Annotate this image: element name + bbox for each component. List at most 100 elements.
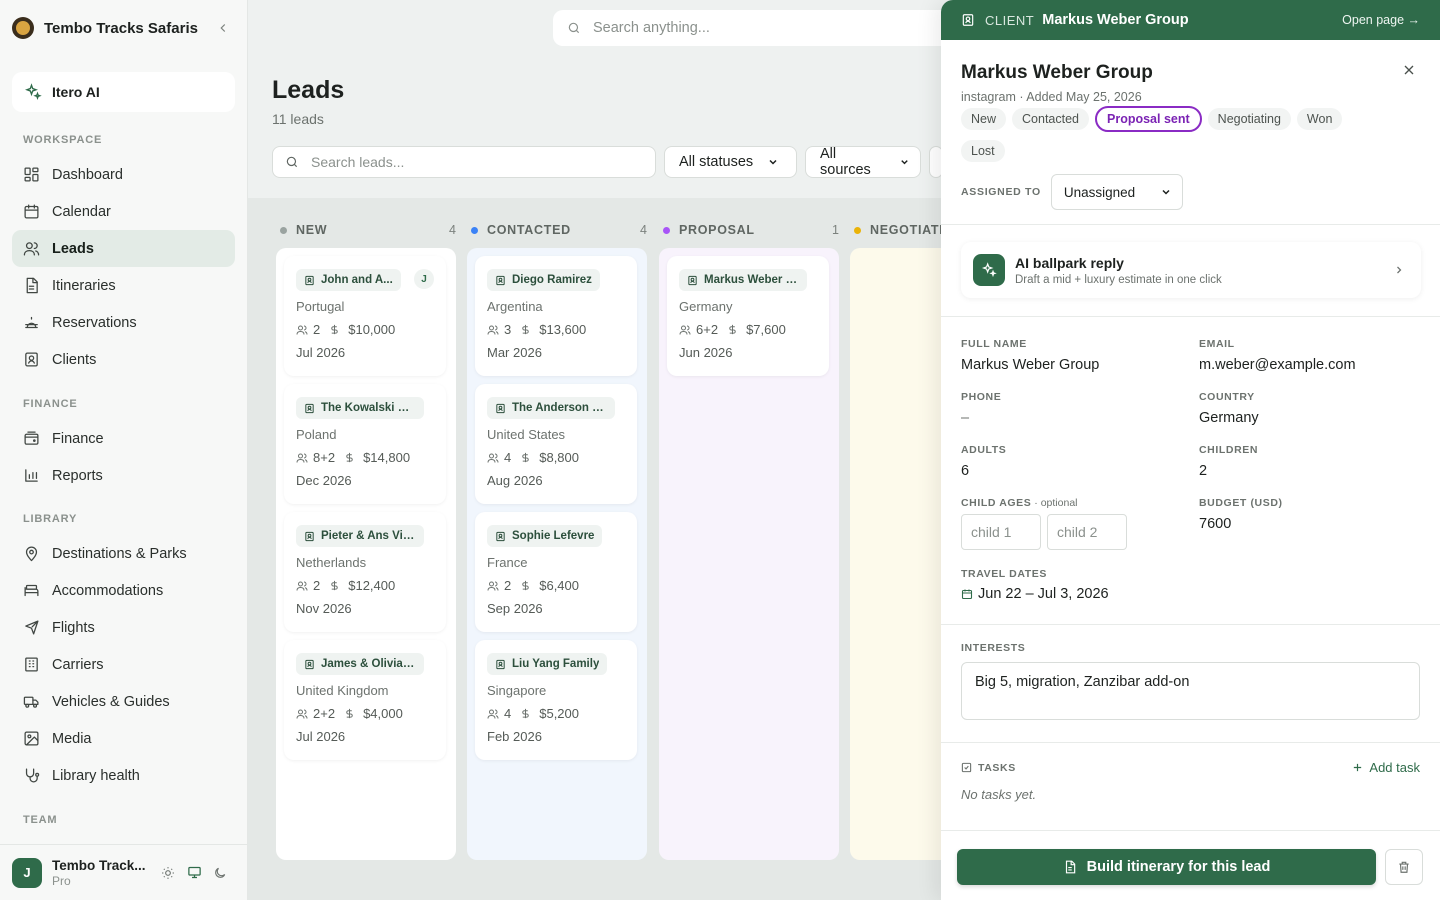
sidebar-item-flights[interactable]: Flights	[12, 609, 235, 646]
lead-name: The Anderson Fa...	[512, 402, 607, 414]
global-search-input[interactable]: Search anything...	[553, 10, 953, 46]
adults-value[interactable]: 6	[961, 463, 1006, 479]
lead-card[interactable]: Sophie Lefevre France 2 $6,400 Sep 2026	[475, 512, 637, 632]
divider	[941, 624, 1440, 625]
dark-theme-icon[interactable]	[210, 863, 230, 883]
child-1-age-input[interactable]: child 1	[961, 514, 1041, 550]
system-theme-icon[interactable]	[184, 863, 204, 883]
sidebar-item-finance[interactable]: Finance	[12, 420, 235, 457]
ai-ballpark-reply-card[interactable]: AI ballpark reply Draft a mid + luxury e…	[961, 242, 1421, 298]
lead-card[interactable]: The Anderson Fa... United States 4 $8,800 Au…	[475, 384, 637, 504]
sidebar-item-calendar[interactable]: Calendar	[12, 193, 235, 230]
close-icon[interactable]	[1401, 62, 1421, 82]
stage-chip-contacted[interactable]: Contacted	[1012, 108, 1089, 130]
nav-section-finance: FINANCE Finance Reports	[12, 394, 235, 494]
sidebar-item-label: Flights	[52, 619, 95, 636]
contact-icon	[688, 275, 697, 285]
people-icon	[296, 709, 308, 719]
lead-search-input[interactable]: Search leads...	[272, 146, 656, 178]
document-icon	[1065, 860, 1075, 874]
budget-value[interactable]: 7600	[1199, 516, 1283, 532]
drawer-footer: Build itinerary for this lead	[941, 830, 1440, 900]
drawer-header-bar: CLIENT Markus Weber Group Open page →	[941, 0, 1440, 40]
divider	[941, 224, 1440, 225]
sidebar-item-clients[interactable]: Clients	[12, 341, 235, 378]
sidebar: Tembo Tracks Safaris Itero AI WORKSPACE D…	[0, 0, 248, 900]
lead-card[interactable]: Pieter & Ans Visser Netherlands 2 $12,400 No…	[284, 512, 446, 632]
sidebar-item-media[interactable]: Media	[12, 720, 235, 757]
sidebar-item-reports[interactable]: Reports	[12, 457, 235, 494]
kanban-column-new: NEW 4 John and A... J Portugal 2 $10,000 Jul 20…	[276, 198, 456, 860]
people-icon	[679, 325, 691, 335]
lead-meta: 3 $13,600	[487, 322, 625, 337]
avatar[interactable]: J	[12, 857, 42, 888]
party-size: 2+2	[313, 706, 336, 721]
plus-icon	[1354, 763, 1362, 772]
email-value[interactable]: m.weber@example.com	[1199, 357, 1356, 373]
sparkle-icon	[973, 254, 1005, 286]
interests-textarea[interactable]: Big 5, migration, Zanzibar add-on	[961, 662, 1420, 720]
sidebar-item-destinations-parks[interactable]: Destinations & Parks	[12, 535, 235, 572]
build-itinerary-button[interactable]: Build itinerary for this lead	[957, 849, 1376, 885]
phone-value[interactable]: –	[961, 410, 1001, 426]
travel-dates-picker[interactable]: Jun 22 – Jul 3, 2026	[961, 586, 1109, 602]
user-name[interactable]: Tembo Track...	[52, 858, 152, 873]
lead-card[interactable]: The Kowalski Reu... Poland 8+2 $14,800 Dec 2…	[284, 384, 446, 504]
stage-chip-negotiating[interactable]: Negotiating	[1207, 108, 1291, 130]
stage-chip-proposal-sent[interactable]: Proposal sent	[1095, 106, 1202, 132]
stage-chip-won[interactable]: Won	[1296, 108, 1343, 130]
sidebar-item-vehicles-guides[interactable]: Vehicles & Guides	[12, 683, 235, 720]
nav-section-workspace: WORKSPACE Dashboard Calendar Leads Itinerari…	[12, 130, 235, 378]
children-value[interactable]: 2	[1199, 463, 1258, 479]
full-name-label: FULL NAME	[961, 338, 1027, 350]
sidebar-item-library-health[interactable]: Library health	[12, 757, 235, 794]
source-filter-select[interactable]: All sources	[805, 146, 921, 178]
sidebar-item-accommodations[interactable]: Accommodations	[12, 572, 235, 609]
stage-chip-lost[interactable]: Lost	[961, 140, 1005, 162]
sidebar-item-itineraries[interactable]: Itineraries	[12, 267, 235, 304]
budget-value: $8,800	[539, 450, 579, 465]
no-tasks-message: No tasks yet.	[961, 787, 1037, 802]
open-page-link[interactable]: Open page →	[1342, 13, 1420, 27]
light-theme-icon[interactable]	[158, 863, 178, 883]
sidebar-item-leads[interactable]: Leads	[12, 230, 235, 267]
map-pin-icon	[25, 546, 38, 562]
party-size: 6+2	[696, 322, 719, 337]
itero-ai-button[interactable]: Itero AI	[12, 72, 235, 112]
stage-chip-new[interactable]: New	[961, 108, 1007, 130]
lead-card[interactable]: Liu Yang Family Singapore 4 $5,200 Feb 2026	[475, 640, 637, 760]
lead-card[interactable]: Diego Ramirez Argentina 3 $13,600 Mar 2026	[475, 256, 637, 376]
sidebar-item-dashboard[interactable]: Dashboard	[12, 156, 235, 193]
delete-lead-button[interactable]	[1385, 849, 1423, 885]
lead-budget: $6,400	[520, 578, 579, 593]
sidebar-item-reservations[interactable]: Reservations	[12, 304, 235, 341]
search-icon	[286, 156, 298, 168]
column-count: 4	[449, 223, 456, 237]
lead-card[interactable]: Markus Weber Gr... Germany 6+2 $7,600 Jun 20…	[667, 256, 829, 376]
tasks-heading: TASKS	[961, 762, 1352, 774]
assignee-select[interactable]: Unassigned	[1050, 174, 1183, 210]
record-name: Markus Weber Group	[1042, 12, 1189, 28]
full-name-value[interactable]: Markus Weber Group	[961, 357, 1099, 373]
lead-card[interactable]: John and A... J Portugal 2 $10,000 Jul 2026	[284, 256, 446, 376]
budget-label: BUDGET (USD)	[1199, 497, 1283, 509]
dollar-icon	[346, 452, 353, 463]
sidebar-item-label: Accommodations	[52, 582, 164, 599]
child-2-age-input[interactable]: child 2	[1047, 514, 1127, 550]
building-icon	[25, 657, 38, 672]
lead-card[interactable]: James & Olivia H... United Kingdom 2+2 $4,0…	[284, 640, 446, 760]
dollar-icon	[522, 580, 529, 591]
sidebar-item-carriers[interactable]: Carriers	[12, 646, 235, 683]
user-plan: Pro	[52, 873, 71, 888]
contact-icon	[25, 352, 38, 367]
column-title: CONTACTED	[487, 223, 571, 237]
country-value[interactable]: Germany	[1199, 410, 1259, 426]
checkbox-icon	[961, 762, 972, 773]
dollar-icon	[522, 452, 529, 463]
lead-name-tag: Liu Yang Family	[487, 653, 608, 675]
lead-country: Germany	[679, 299, 733, 314]
contact-icon	[496, 659, 505, 669]
add-task-button[interactable]: Add task	[1352, 760, 1420, 775]
status-filter-select[interactable]: All statuses	[664, 146, 797, 178]
collapse-sidebar-icon[interactable]	[213, 18, 233, 38]
